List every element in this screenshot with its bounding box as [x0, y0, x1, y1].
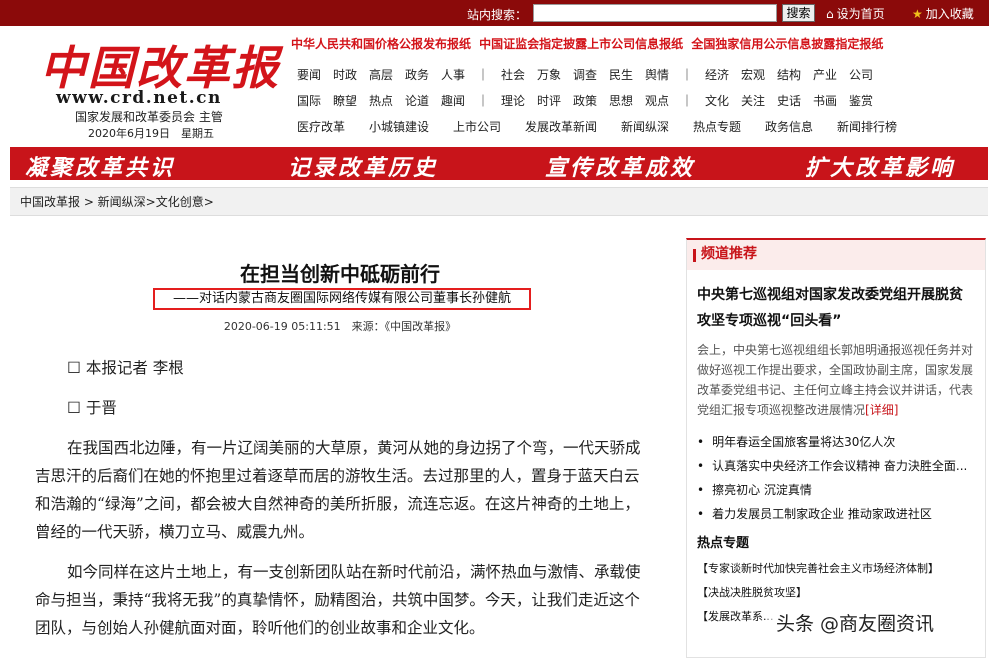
site-url: www.crd.net.cn — [56, 88, 222, 108]
site-header: 中国改革报 www.crd.net.cn 国家发展和改革委员会 主管 2020年… — [0, 26, 989, 140]
article-meta: 2020-06-19 05:11:51 来源：《中国改革报》 — [223, 320, 457, 333]
reporter-line-1: ☐ 本报记者 李根 — [67, 359, 184, 377]
sponsor-text: 国家发展和改革委员会 主管 — [75, 110, 223, 124]
hot-topic-item[interactable]: 【决战决胜脱贫攻坚】 — [697, 581, 985, 605]
hot-topics-header: 热点专题 — [697, 536, 750, 551]
banner-slogan-4: 扩大改革影响 — [805, 155, 956, 181]
article-title: 在担当创新中砥砺前行 — [240, 262, 440, 286]
search-button[interactable]: 搜索 — [782, 4, 815, 22]
add-favorite-label: 加入收藏 — [925, 7, 974, 21]
featured-headline[interactable]: 中央第七巡视组对国家发改委党组开展脱贫攻坚专项巡视“回头看” — [697, 282, 975, 334]
search-label: 站内搜索： — [467, 8, 528, 22]
channel-recommend-panel: 频道推荐 中央第七巡视组对国家发改委党组开展脱贫攻坚专项巡视“回头看” 会上，中… — [686, 238, 986, 658]
featured-summary-text: 会上，中央第七巡视组组长郭旭明通报巡视任务并对做好巡视工作提出要求，全国政协副主… — [697, 343, 974, 417]
set-homepage-link[interactable]: ⌂ 设为首页 — [826, 5, 885, 22]
nav-row-3[interactable]: 医疗改革 小城镇建设 上市公司 发展改革新闻 新闻纵深 热点专题 政务信息 新闻… — [297, 118, 897, 135]
nav-row-1[interactable]: 要闻 时政 高层 政务 人事 ｜ 社会 万象 调查 民生 舆情 ｜ 经济 宏观 … — [297, 66, 873, 83]
banner-slogan-1: 凝聚改革共识 — [25, 155, 176, 181]
home-icon: ⌂ — [826, 7, 834, 21]
search-input[interactable] — [533, 4, 777, 22]
breadcrumb[interactable]: 中国改革报 > 新闻纵深>文化创意> — [10, 187, 988, 216]
add-favorite-link[interactable]: ★ 加入收藏 — [912, 5, 974, 22]
article-subtitle: ——对话内蒙古商友圈国际网络传媒有限公司董事长孙健航 — [153, 288, 531, 310]
list-item[interactable]: 擦亮初心 沉淀真情 — [697, 478, 977, 502]
top-bar: 站内搜索： 搜索 ⌂ 设为首页 ★ 加入收藏 — [0, 0, 989, 26]
list-item[interactable]: 明年春运全国旅客量将达30亿人次 — [697, 430, 977, 454]
article-paragraph: 在我国西北边陲，有一片辽阔美丽的大草原，黄河从她的身边拐了个弯，一代天骄成吉思汗… — [35, 439, 641, 541]
banner-slogan-3: 宣传改革成效 — [545, 155, 696, 181]
list-item[interactable]: 着力发展员工制家政企业 推动家政进社区 — [697, 502, 977, 526]
star-icon: ★ — [912, 7, 923, 21]
list-item[interactable]: 认真落实中央经济工作会议精神 奋力決胜全面... — [697, 454, 977, 478]
set-homepage-label: 设为首页 — [836, 7, 885, 21]
details-link[interactable]: [详细] — [865, 403, 898, 417]
banner-slogan-2: 记录改革历史 — [288, 155, 439, 181]
reporter-line-2: ☐ 于晋 — [67, 399, 117, 417]
nav-row-2[interactable]: 国际 瞭望 热点 论道 趣闻 ｜ 理论 时评 政策 思想 观点 ｜ 文化 关注 … — [297, 92, 873, 109]
featured-summary: 会上，中央第七巡视组组长郭旭明通报巡视任务并对做好巡视工作提出要求，全国政协副主… — [697, 340, 975, 420]
header-slogans: 中华人民共和国价格公报发布报纸 中国证监会指定披露上市公司信息报纸 全国独家信用… — [291, 37, 884, 51]
current-date: 2020年6月19日 星期五 — [88, 127, 214, 140]
panel-header: 频道推荐 — [687, 240, 985, 270]
article-paragraph: 如今同样在这片土地上，有一支创新团队站在新时代前沿，满怀热血与激情、承载使命与担… — [35, 563, 641, 637]
news-list: 明年春运全国旅客量将达30亿人次 认真落实中央经济工作会议精神 奋力決胜全面..… — [697, 430, 985, 526]
slogan-banner: 凝聚改革共识 记录改革历史 宣传改革成效 扩大改革影响 — [10, 147, 988, 181]
hot-topic-item[interactable]: 【专家谈新时代加快完善社会主义市场经济体制】 — [697, 557, 985, 581]
toutiao-watermark: 头条 @商友圈资讯 — [768, 607, 978, 641]
